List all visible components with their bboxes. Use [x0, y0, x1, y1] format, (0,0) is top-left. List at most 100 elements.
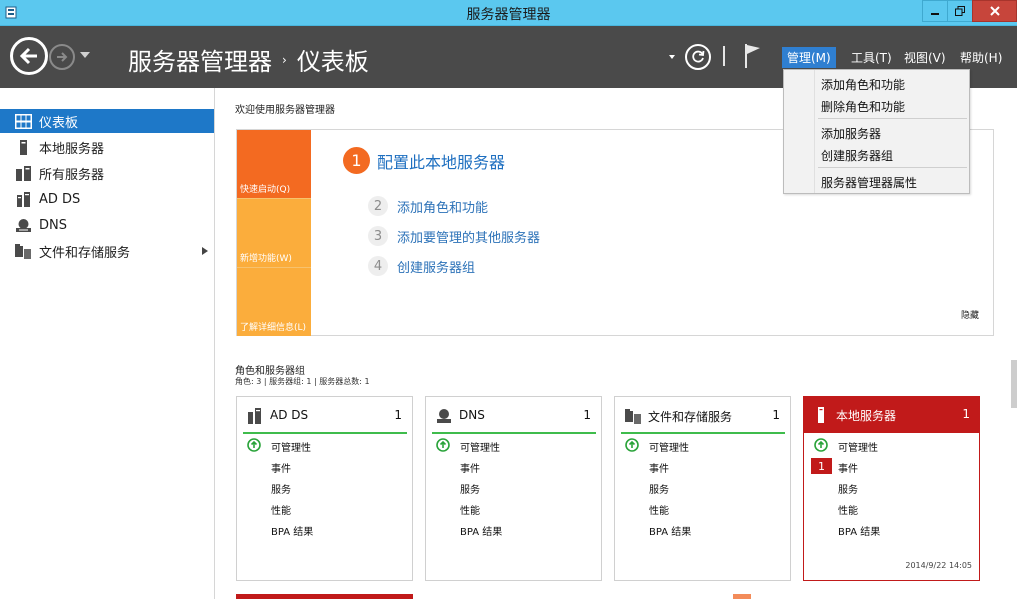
roles-heading: 角色和服务器组 [235, 366, 305, 377]
menu-separator [818, 167, 967, 168]
card-count: 1 [962, 407, 970, 421]
card-row-manageability[interactable]: 可管理性 [460, 439, 500, 454]
card-row-events[interactable]: 事件 [838, 460, 858, 475]
step-number: 4 [368, 256, 388, 276]
history-dropdown-icon[interactable] [80, 52, 90, 58]
file-storage-icon [625, 409, 641, 424]
step-link[interactable]: 添加角色和功能 [397, 197, 488, 216]
restore-button[interactable] [947, 0, 973, 22]
sidebar-item-ad-ds[interactable]: AD DS [0, 187, 214, 211]
card-row-bpa[interactable]: BPA 结果 [271, 523, 313, 538]
tile-learn-more[interactable]: 了解详细信息(L) [237, 267, 311, 336]
step-link[interactable]: 创建服务器组 [397, 257, 475, 276]
sidebar-item-dashboard[interactable]: 仪表板 [0, 109, 214, 133]
step-number: 2 [368, 196, 388, 216]
scrollbar-thumb[interactable] [1011, 360, 1017, 408]
menu-item-properties[interactable]: 服务器管理器属性 [821, 174, 917, 191]
menu-gutter [814, 70, 815, 193]
ok-status-icon [625, 438, 639, 452]
card-row-services[interactable]: 服务 [649, 481, 669, 496]
step-create-group[interactable]: 4 创建服务器组 [368, 256, 475, 276]
role-card-dns[interactable]: DNS 1 可管理性 事件 服务 性能 BPA 结果 [425, 396, 602, 581]
step-link[interactable]: 配置此本地服务器 [377, 149, 505, 173]
card-row-manageability[interactable]: 可管理性 [838, 439, 878, 454]
sidebar-item-file-storage[interactable]: 文件和存储服务 [0, 239, 214, 263]
card-row-bpa[interactable]: BPA 结果 [838, 523, 880, 538]
card-count: 1 [772, 408, 780, 422]
vertical-scrollbar[interactable] [1004, 88, 1017, 599]
card-header[interactable]: AD DS 1 [237, 397, 412, 433]
card-count: 1 [394, 408, 402, 422]
card-timestamp: 2014/9/22 14:05 [905, 561, 972, 570]
menu-manage[interactable]: 管理(M) [782, 47, 836, 68]
restore-icon [955, 6, 965, 16]
card-row-bpa[interactable]: BPA 结果 [460, 523, 502, 538]
role-card-ad-ds[interactable]: AD DS 1 可管理性 事件 服务 性能 BPA 结果 [236, 396, 413, 581]
servers-icon [16, 165, 31, 181]
expand-arrow-icon[interactable] [202, 247, 208, 255]
hide-link[interactable]: 隐藏 [961, 308, 979, 321]
breadcrumb-root[interactable]: 服务器管理器 [128, 42, 272, 77]
server-icon [818, 407, 824, 423]
ad-ds-icon [248, 408, 261, 424]
events-alert-badge[interactable]: 1 [811, 458, 832, 474]
refresh-dropdown-icon[interactable] [669, 55, 675, 59]
close-button[interactable] [972, 0, 1017, 22]
card-row-performance[interactable]: 性能 [649, 502, 669, 517]
forward-arrow-icon [57, 52, 68, 62]
sidebar-item-label: 所有服务器 [39, 167, 105, 183]
card-status-line [621, 432, 785, 434]
minimize-icon [931, 13, 939, 15]
step-add-servers[interactable]: 3 添加要管理的其他服务器 [368, 226, 540, 246]
ad-ds-icon [17, 191, 30, 207]
tile-quick-start[interactable]: 快速启动(Q) [237, 130, 311, 198]
card-row-services[interactable]: 服务 [271, 481, 291, 496]
ok-status-icon [436, 438, 450, 452]
card-status-line [432, 432, 596, 434]
step-add-roles[interactable]: 2 添加角色和功能 [368, 196, 488, 216]
sidebar-item-local-server[interactable]: 本地服务器 [0, 135, 214, 159]
welcome-heading: 欢迎使用服务器管理器 [235, 105, 335, 116]
card-row-performance[interactable]: 性能 [460, 502, 480, 517]
sidebar-item-label: 本地服务器 [39, 141, 105, 157]
minimize-button[interactable] [922, 0, 948, 22]
menu-tools[interactable]: 工具(T) [846, 47, 897, 68]
step-link[interactable]: 添加要管理的其他服务器 [397, 227, 540, 246]
forward-button[interactable] [49, 44, 75, 70]
role-card-local-server[interactable]: 本地服务器 1 1 可管理性 事件 服务 性能 BPA 结果 2014/9/22… [803, 396, 980, 581]
menu-help[interactable]: 帮助(H) [955, 47, 1007, 68]
menu-item-add-roles[interactable]: 添加角色和功能 [821, 76, 905, 93]
card-header[interactable]: 本地服务器 1 [803, 396, 980, 433]
dns-icon [437, 409, 451, 423]
refresh-button[interactable] [685, 44, 711, 70]
tile-whats-new[interactable]: 新增功能(W) [237, 198, 311, 267]
menu-item-add-servers[interactable]: 添加服务器 [821, 125, 881, 142]
card-row-manageability[interactable]: 可管理性 [271, 439, 311, 454]
step-number: 3 [368, 226, 388, 246]
card-row-performance[interactable]: 性能 [271, 502, 291, 517]
card-row-events[interactable]: 事件 [271, 460, 291, 475]
card-row-services[interactable]: 服务 [460, 481, 480, 496]
card-row-events[interactable]: 事件 [460, 460, 480, 475]
menu-item-create-server-group[interactable]: 创建服务器组 [821, 147, 893, 164]
card-header[interactable]: 文件和存储服务 1 [615, 397, 790, 433]
menu-view[interactable]: 视图(V) [899, 47, 951, 68]
menu-item-remove-roles[interactable]: 删除角色和功能 [821, 98, 905, 115]
card-row-manageability[interactable]: 可管理性 [649, 439, 689, 454]
back-button[interactable] [10, 37, 48, 75]
role-card-file-storage[interactable]: 文件和存储服务 1 可管理性 事件 服务 性能 BPA 结果 [614, 396, 791, 581]
title-bar: 服务器管理器 [0, 0, 1017, 26]
card-row-bpa[interactable]: BPA 结果 [649, 523, 691, 538]
card-row-performance[interactable]: 性能 [838, 502, 858, 517]
next-card-decoration-partial [733, 594, 751, 599]
sidebar-item-all-servers[interactable]: 所有服务器 [0, 161, 214, 185]
notifications-flag-icon[interactable] [742, 42, 764, 70]
header-divider [723, 46, 725, 66]
card-header[interactable]: DNS 1 [426, 397, 601, 433]
card-title: AD DS [270, 408, 309, 422]
step-configure-local-server[interactable]: 1 配置此本地服务器 [343, 147, 505, 174]
card-row-events[interactable]: 事件 [649, 460, 669, 475]
card-row-services[interactable]: 服务 [838, 481, 858, 496]
sidebar-item-dns[interactable]: DNS [0, 213, 214, 237]
sidebar-item-label: 仪表板 [39, 115, 79, 131]
